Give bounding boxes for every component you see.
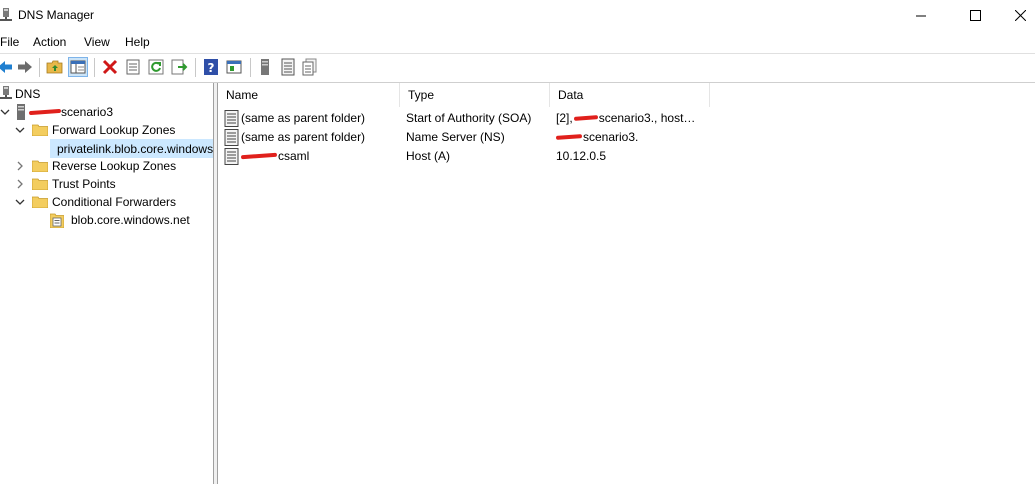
record-icon: [224, 147, 239, 165]
toolbar-separator: [195, 58, 196, 77]
refresh-icon[interactable]: [147, 58, 165, 76]
show-hide-console-tree-icon[interactable]: [68, 57, 88, 77]
tree-label-forwarder-zone: blob.core.windows.net: [71, 213, 190, 227]
up-folder-icon[interactable]: [46, 58, 64, 76]
redaction-mark: [573, 115, 598, 121]
table-row[interactable]: csaml: [224, 147, 400, 165]
chevron-down-icon[interactable]: [0, 107, 10, 117]
record-data-suffix: scenario3.: [583, 130, 639, 144]
record-type: Start of Authority (SOA): [406, 111, 532, 125]
maximize-button[interactable]: [952, 0, 998, 31]
tree-label-trust-points: Trust Points: [52, 177, 116, 191]
record-data: scenario3.: [556, 128, 706, 146]
tree-label-server: scenario3: [61, 105, 114, 119]
redaction-mark: [240, 152, 278, 160]
server-icon[interactable]: [256, 58, 274, 76]
column-header-data-label: Data: [558, 88, 584, 102]
record-data-suffix: scenario3., host…: [598, 111, 696, 125]
tree-item-conditional-forwarders[interactable]: Conditional Forwarders: [15, 193, 176, 211]
menu-view[interactable]: View: [84, 35, 110, 49]
menu-help[interactable]: Help: [125, 35, 150, 49]
maximize-icon: [969, 10, 981, 21]
chevron-right-icon[interactable]: [15, 161, 25, 171]
record-data-value: 10.12.0.5: [556, 149, 607, 163]
record-data: [2], scenario3., host…: [556, 109, 706, 127]
record-type: Name Server (NS): [406, 130, 505, 144]
svg-text:?: ?: [208, 61, 215, 75]
window-title: DNS Manager: [18, 8, 95, 22]
minimize-button[interactable]: [898, 0, 944, 31]
table-row[interactable]: (same as parent folder): [224, 128, 400, 146]
dns-server-icon: [0, 86, 12, 99]
help-icon[interactable]: ?: [202, 58, 220, 76]
record-icon: [224, 109, 239, 127]
action-pane-icon[interactable]: [225, 58, 243, 76]
toolbar-separator: [94, 58, 95, 77]
properties-icon[interactable]: [124, 58, 142, 76]
redacted-server-prefix: [28, 108, 62, 116]
record-name: (same as parent folder): [241, 111, 366, 125]
folder-icon: [32, 196, 48, 208]
chevron-down-icon[interactable]: [15, 197, 25, 207]
close-button[interactable]: [1006, 0, 1035, 31]
tree-label-privatelink-zone: privatelink.blob.core.windows.net: [57, 141, 213, 156]
multiple-records-icon[interactable]: [301, 58, 319, 76]
server-icon: [17, 104, 25, 120]
back-arrow-icon[interactable]: [0, 58, 14, 76]
folder-icon: [32, 160, 48, 172]
delete-icon[interactable]: [101, 58, 119, 76]
column-header-type-label: Type: [408, 88, 435, 102]
tree-item-reverse-lookup-zones[interactable]: Reverse Lookup Zones: [15, 157, 176, 175]
tree-label-forward-lookup-zones: Forward Lookup Zones: [52, 123, 176, 137]
record-name: (same as parent folder): [241, 130, 366, 144]
tree-item-trust-points[interactable]: Trust Points: [15, 175, 116, 193]
console-tree: DNS scenario3 Forward Lookup Zones priva…: [0, 83, 213, 484]
menu-bar: File Action View Help: [0, 32, 1035, 53]
table-row[interactable]: (same as parent folder): [224, 109, 400, 127]
tree-label-reverse-lookup-zones: Reverse Lookup Zones: [52, 159, 177, 173]
toolbar: ?: [0, 53, 1035, 83]
record-icon: [224, 128, 239, 146]
record-data: 10.12.0.5: [556, 147, 706, 165]
record-type: Host (A): [406, 149, 451, 163]
dns-server-icon: [0, 8, 12, 21]
column-header-name-label: Name: [226, 88, 259, 102]
tree-label-dns: DNS: [15, 87, 41, 101]
chevron-down-icon[interactable]: [15, 125, 25, 135]
chevron-right-icon[interactable]: [15, 179, 25, 189]
menu-action[interactable]: Action: [33, 35, 66, 49]
tree-label-conditional-forwarders: Conditional Forwarders: [52, 195, 177, 209]
tree-item-privatelink-zone[interactable]: privatelink.blob.core.windows.net: [50, 139, 213, 158]
record-data-prefix: [2],: [556, 111, 573, 125]
tree-item-forwarder-zone[interactable]: blob.core.windows.net: [50, 211, 190, 229]
menu-file[interactable]: File: [0, 35, 19, 49]
records-list: Name Type Data (same as parent folder) S…: [218, 83, 1035, 484]
folder-icon: [32, 178, 48, 190]
toolbar-separator: [250, 58, 251, 77]
close-icon: [1015, 10, 1026, 21]
tree-item-forward-lookup-zones[interactable]: Forward Lookup Zones: [15, 121, 175, 139]
folder-icon: [32, 124, 48, 136]
record-name-suffix: csaml: [278, 149, 310, 163]
tree-item-dns[interactable]: DNS: [0, 85, 40, 103]
column-header-type[interactable]: Type: [400, 83, 550, 107]
tree-item-server[interactable]: scenario3: [0, 103, 113, 121]
zone-icon: [50, 213, 64, 228]
zone-record-icon[interactable]: [279, 58, 297, 76]
minimize-icon: [916, 15, 926, 16]
column-header-name[interactable]: Name: [218, 83, 400, 107]
column-header-data[interactable]: Data: [550, 83, 710, 107]
title-bar: DNS Manager: [0, 0, 1035, 31]
forward-arrow-icon[interactable]: [16, 58, 34, 76]
toolbar-separator: [39, 58, 40, 77]
redaction-mark: [556, 134, 583, 140]
export-list-icon[interactable]: [170, 58, 188, 76]
